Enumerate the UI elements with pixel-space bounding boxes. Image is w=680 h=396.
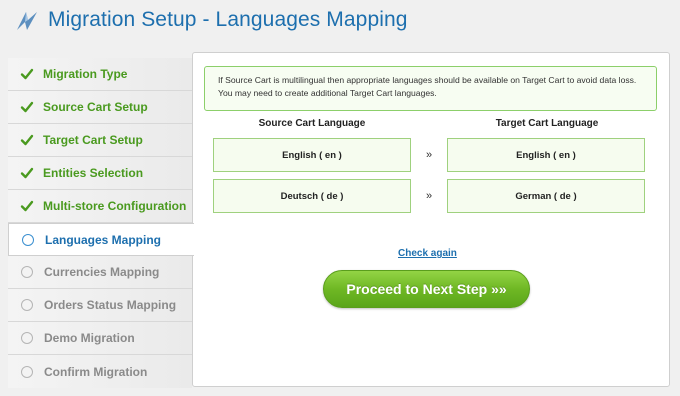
mapping-arrow-icon: » bbox=[425, 149, 433, 161]
step-orders-status-mapping[interactable]: Orders Status Mapping bbox=[8, 289, 192, 322]
pending-step-circle-icon bbox=[21, 332, 33, 344]
info-notice: If Source Cart is multilingual then appr… bbox=[204, 66, 657, 111]
step-label: Source Cart Setup bbox=[43, 100, 148, 114]
step-entities-selection[interactable]: Entities Selection bbox=[8, 157, 192, 190]
step-label: Demo Migration bbox=[44, 331, 135, 345]
notice-line-1: If Source Cart is multilingual then appr… bbox=[218, 75, 637, 85]
step-label: Target Cart Setup bbox=[43, 133, 143, 147]
current-step-circle-icon bbox=[22, 233, 34, 246]
step-languages-mapping[interactable]: Languages Mapping bbox=[8, 223, 194, 256]
step-label: Entities Selection bbox=[43, 166, 144, 180]
step-label: Migration Type bbox=[43, 67, 128, 81]
target-language-select-en[interactable]: English ( en ) bbox=[447, 138, 645, 172]
content-panel: If Source Cart is multilingual then appr… bbox=[192, 52, 670, 387]
steps-sidebar: Migration Type Source Cart Setup Target … bbox=[8, 58, 194, 388]
proceed-next-step-button[interactable]: Proceed to Next Step »» bbox=[323, 270, 530, 308]
step-multi-store-configuration[interactable]: Multi-store Configuration bbox=[8, 190, 192, 223]
step-label: Confirm Migration bbox=[44, 364, 148, 379]
target-language-select-de[interactable]: German ( de ) bbox=[447, 179, 645, 213]
step-label: Currencies Mapping bbox=[44, 265, 160, 279]
check-icon bbox=[20, 134, 34, 146]
check-icon bbox=[20, 167, 34, 179]
check-icon bbox=[20, 101, 34, 113]
target-cart-language-header: Target Cart Language bbox=[495, 118, 599, 129]
step-migration-type[interactable]: Migration Type bbox=[8, 58, 192, 91]
step-confirm-migration[interactable]: Confirm Migration bbox=[8, 355, 192, 388]
source-language-de: Deutsch ( de ) bbox=[213, 179, 411, 213]
check-again-link[interactable]: Check again bbox=[398, 248, 457, 259]
step-label: Orders Status Mapping bbox=[44, 298, 177, 312]
pending-step-circle-icon bbox=[21, 299, 33, 311]
step-target-cart-setup[interactable]: Target Cart Setup bbox=[8, 124, 192, 157]
pending-step-circle-icon bbox=[21, 365, 33, 378]
header: Migration Setup - Languages Mapping bbox=[0, 0, 680, 44]
step-label: Languages Mapping bbox=[45, 232, 162, 247]
check-icon bbox=[20, 68, 34, 80]
source-cart-language-header: Source Cart Language bbox=[258, 118, 366, 129]
pending-step-circle-icon bbox=[21, 266, 33, 278]
mapping-arrow-icon: » bbox=[425, 190, 433, 202]
step-currencies-mapping[interactable]: Currencies Mapping bbox=[8, 256, 192, 289]
step-source-cart-setup[interactable]: Source Cart Setup bbox=[8, 91, 192, 124]
check-icon bbox=[20, 200, 34, 212]
page-title: Migration Setup - Languages Mapping bbox=[48, 8, 408, 31]
step-label: Multi-store Configuration bbox=[43, 199, 187, 213]
source-language-en: English ( en ) bbox=[213, 138, 411, 172]
notice-line-2: You may need to create additional Target… bbox=[218, 88, 437, 98]
migration-logo-icon bbox=[17, 12, 37, 30]
step-demo-migration[interactable]: Demo Migration bbox=[8, 322, 192, 355]
